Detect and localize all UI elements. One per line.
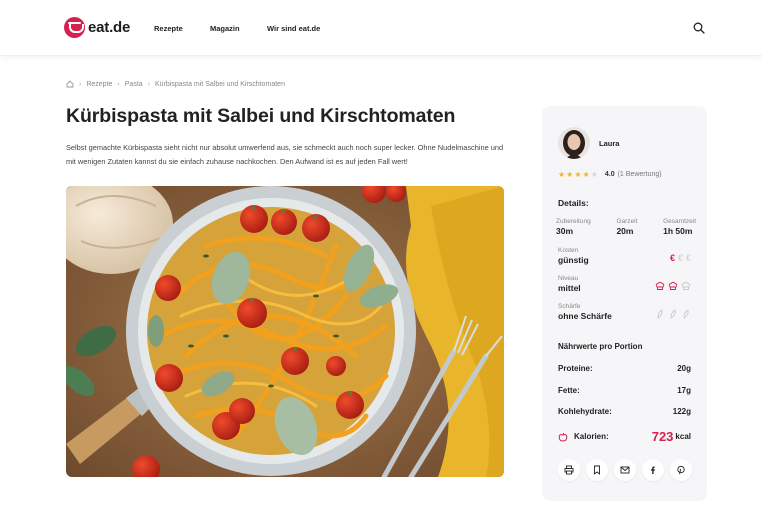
difficulty-level [655, 281, 691, 291]
page-title: Kürbispasta mit Salbei und Kirschtomaten [66, 105, 456, 127]
time-prep: Zubereitung 30m [556, 218, 591, 236]
author[interactable]: Laura [558, 127, 619, 159]
level-attribute: Niveau mittel [558, 275, 691, 293]
nutrition-row: Proteine: 20g [558, 364, 691, 373]
calories-label: Kalorien: [574, 432, 609, 441]
time-total: Gesamtzeit 1h 50m [663, 218, 696, 236]
spice-level [655, 309, 691, 319]
time-details: Zubereitung 30m Garzeit 20m Gesamtzeit 1… [556, 218, 696, 236]
nutrition-row: Kohlehydrate: 122g [558, 407, 691, 416]
pot-icon [64, 17, 85, 38]
avatar [558, 127, 590, 159]
facebook-icon [651, 466, 655, 474]
chef-hat-icon [668, 281, 678, 290]
euro-icon: € [685, 253, 691, 263]
euro-icon: € [669, 253, 675, 263]
logo-text: eat.de [88, 19, 131, 36]
nav-item-rezepte[interactable]: Rezepte [154, 24, 183, 33]
logo[interactable]: eat.de [64, 17, 130, 38]
chef-hat-icon [655, 281, 665, 290]
star-icon: ★ [558, 170, 566, 179]
breadcrumb-item[interactable]: Rezepte [86, 81, 112, 88]
chili-icon [683, 309, 689, 319]
chili-icon [657, 309, 663, 319]
mail-icon [620, 466, 630, 474]
share-bar [558, 459, 692, 481]
pinterest-button[interactable] [670, 459, 692, 481]
home-icon[interactable] [66, 80, 74, 88]
rating[interactable]: ★ ★ ★ ★ ★ 4.0 (1 Bewertung) [558, 170, 662, 179]
star-empty-icon: ★ [590, 170, 598, 179]
breadcrumb: › Rezepte › Pasta › Kürbispasta mit Salb… [66, 80, 285, 88]
print-button[interactable] [558, 459, 580, 481]
rating-count: (1 Bewertung) [617, 171, 662, 178]
pinterest-icon [677, 465, 685, 475]
recipe-intro: Selbst gemachte Kürbispasta sieht nicht … [66, 143, 504, 166]
cost-attribute: Kosten günstig € € € [558, 247, 691, 265]
nutrition-title: Nährwerte pro Portion [558, 342, 643, 351]
euro-icon: € [677, 253, 683, 263]
apple-icon [558, 432, 568, 441]
mail-button[interactable] [614, 459, 636, 481]
search-icon[interactable] [693, 22, 705, 34]
calories-unit: kcal [675, 432, 691, 441]
spice-attribute: Schärfe ohne Schärfe [558, 303, 691, 321]
site-header: eat.de Rezepte Magazin Wir sind eat.de [0, 0, 762, 56]
chili-icon [670, 309, 676, 319]
recipe-image [66, 186, 504, 477]
breadcrumb-item[interactable]: Pasta [125, 81, 143, 88]
bookmark-button[interactable] [586, 459, 608, 481]
bookmark-icon [594, 465, 600, 475]
recipe-info-card: Laura ★ ★ ★ ★ ★ 4.0 (1 Bewertung) Detail… [542, 106, 707, 501]
time-cook: Garzeit 20m [616, 218, 638, 236]
star-icon: ★ [566, 170, 574, 179]
author-name: Laura [599, 138, 620, 148]
chef-hat-icon [681, 281, 691, 290]
nav-item-magazin[interactable]: Magazin [210, 24, 240, 33]
nav-item-wir-sind[interactable]: Wir sind eat.de [267, 24, 320, 33]
calories-value: 723 [651, 429, 674, 444]
star-icon: ★ [582, 170, 590, 179]
cost-level: € € € [670, 253, 691, 263]
nutrition-row: Fette: 17g [558, 386, 691, 395]
calories-row: Kalorien: 723 kcal [558, 429, 691, 444]
star-icon: ★ [574, 170, 582, 179]
facebook-button[interactable] [642, 459, 664, 481]
breadcrumb-current: Kürbispasta mit Salbei und Kirschtomaten [155, 80, 285, 88]
print-icon [564, 465, 574, 475]
details-title: Details: [558, 198, 589, 208]
rating-value: 4.0 [604, 171, 615, 178]
